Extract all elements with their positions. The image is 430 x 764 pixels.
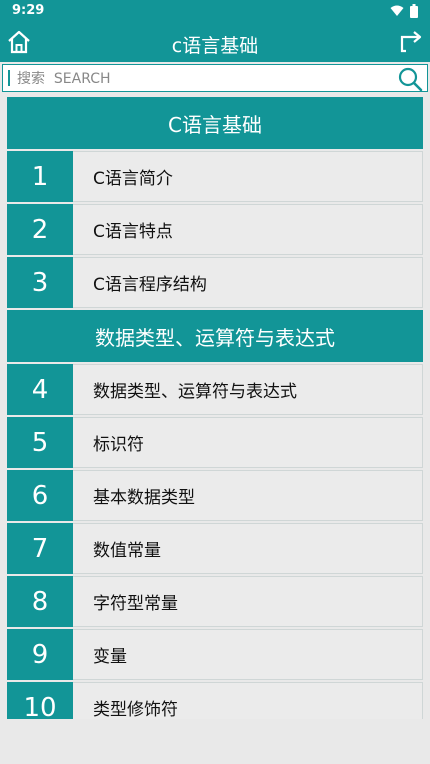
item-label: 数据类型、运算符与表达式	[73, 364, 423, 415]
item-number: 9	[7, 629, 73, 680]
item-number: 10	[7, 682, 73, 719]
item-label: 变量	[73, 629, 423, 680]
item-label: 基本数据类型	[73, 470, 423, 521]
item-number: 6	[7, 470, 73, 521]
list-item[interactable]: 1 C语言简介	[7, 151, 423, 202]
status-icons	[390, 4, 418, 18]
item-number: 8	[7, 576, 73, 627]
list-item[interactable]: 8 字符型常量	[7, 576, 423, 627]
list-item[interactable]: 10 类型修饰符	[7, 682, 423, 719]
item-number: 7	[7, 523, 73, 574]
item-label: C语言简介	[73, 151, 423, 202]
item-number: 1	[7, 151, 73, 202]
status-time: 9:29	[12, 3, 45, 18]
search-bar	[2, 64, 428, 92]
item-label: C语言程序结构	[73, 257, 423, 308]
item-label: 标识符	[73, 417, 423, 468]
item-number: 5	[7, 417, 73, 468]
text-cursor	[8, 70, 10, 86]
item-number: 4	[7, 364, 73, 415]
topic-list: C语言基础 1 C语言简介 2 C语言特点 3 C语言程序结构 数据类型、运算符…	[7, 97, 423, 719]
list-item[interactable]: 5 标识符	[7, 417, 423, 468]
page-title: c语言基础	[171, 35, 259, 57]
item-number: 2	[7, 204, 73, 255]
list-item[interactable]: 9 变量	[7, 629, 423, 680]
list-item[interactable]: 6 基本数据类型	[7, 470, 423, 521]
status-bar: 9:29	[0, 0, 430, 24]
battery-icon	[410, 4, 418, 18]
item-number: 3	[7, 257, 73, 308]
item-label: C语言特点	[73, 204, 423, 255]
wifi-icon	[390, 5, 404, 16]
search-input[interactable]	[15, 67, 389, 91]
app-bar: c语言基础	[0, 24, 430, 62]
share-icon[interactable]	[398, 29, 424, 55]
section-header: 数据类型、运算符与表达式	[7, 310, 423, 362]
item-label: 数值常量	[73, 523, 423, 574]
item-label: 类型修饰符	[73, 682, 423, 719]
item-label: 字符型常量	[73, 576, 423, 627]
section-header: C语言基础	[7, 97, 423, 149]
search-icon[interactable]	[397, 66, 423, 92]
list-item[interactable]: 7 数值常量	[7, 523, 423, 574]
list-item[interactable]: 4 数据类型、运算符与表达式	[7, 364, 423, 415]
list-item[interactable]: 3 C语言程序结构	[7, 257, 423, 308]
list-item[interactable]: 2 C语言特点	[7, 204, 423, 255]
